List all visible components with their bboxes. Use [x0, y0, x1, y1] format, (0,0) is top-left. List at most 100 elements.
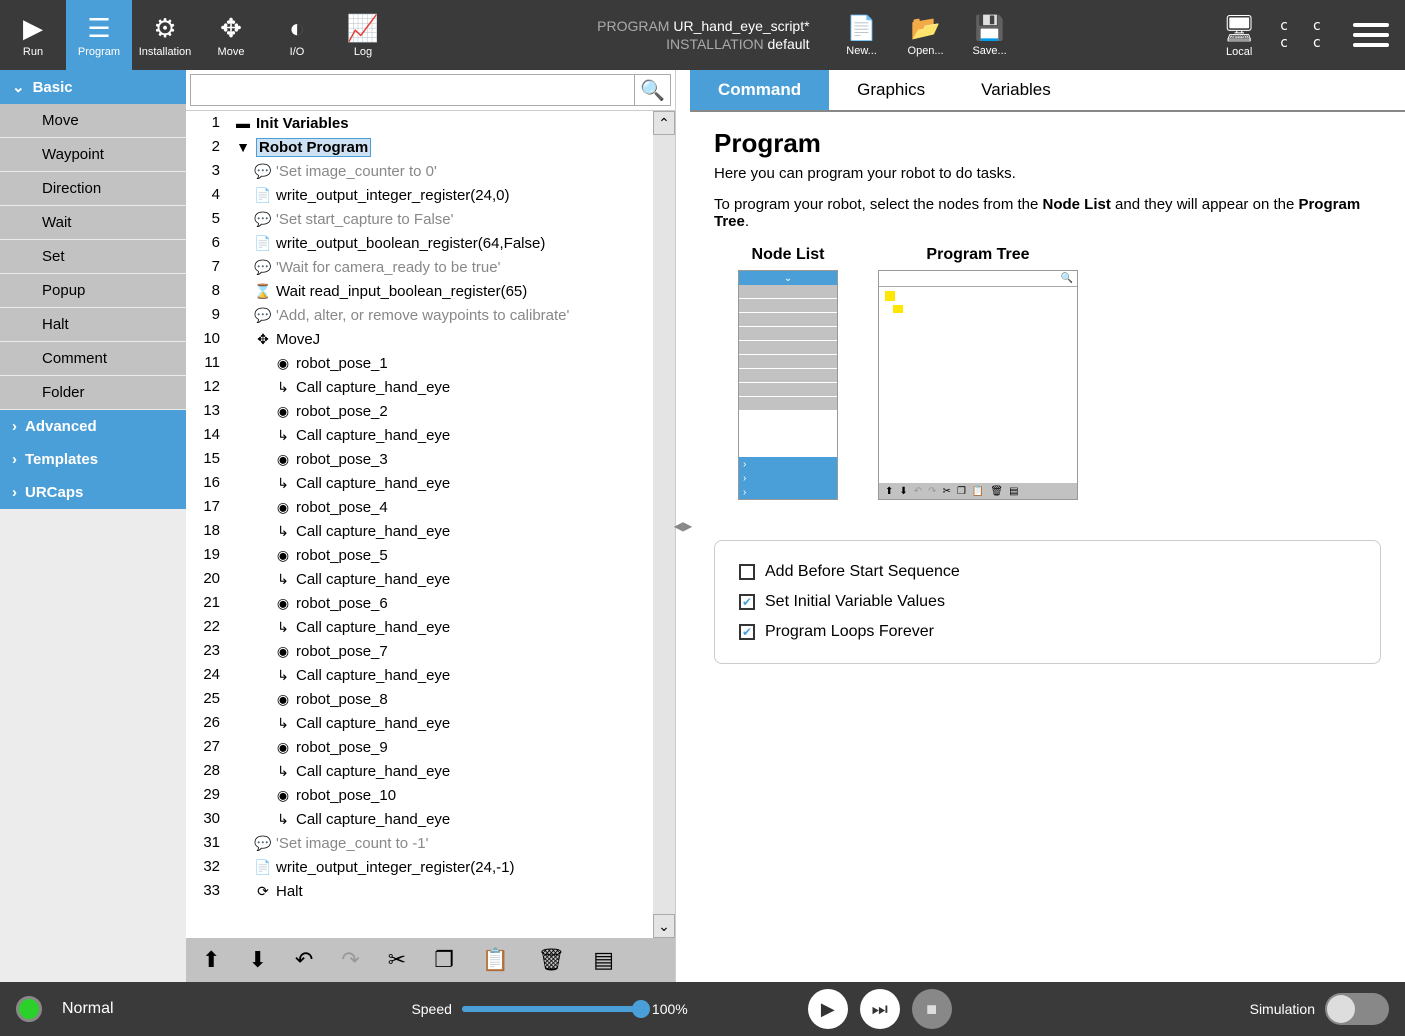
text: and they will appear on the [1111, 196, 1299, 213]
tree-row[interactable]: 💬'Wait for camera_ready to be true' [230, 255, 653, 279]
tree-row[interactable]: ◉robot_pose_6 [230, 591, 653, 615]
tree-row[interactable]: ↳Call capture_hand_eye [230, 615, 653, 639]
tab-log[interactable]: 📈Log [330, 0, 396, 70]
tree-row[interactable]: ↳Call capture_hand_eye [230, 519, 653, 543]
node-icon: ↳ [274, 427, 292, 444]
delete-button[interactable]: 🗑 [537, 947, 565, 973]
step-button[interactable]: ⏭ [860, 989, 900, 1029]
tab-program[interactable]: ☰Program [66, 0, 132, 70]
tree-row[interactable]: ↳Call capture_hand_eye [230, 375, 653, 399]
tree-row[interactable]: ✥MoveJ [230, 327, 653, 351]
tree-row[interactable]: ◉robot_pose_3 [230, 447, 653, 471]
tree-scrollbar[interactable]: ⌃ ⌄ [653, 111, 675, 938]
speed-label: Speed [411, 1001, 451, 1017]
sidebar-item-comment[interactable]: Comment [0, 342, 186, 376]
redo-button[interactable]: ↷ [341, 947, 359, 973]
section-urcaps[interactable]: ›URCaps [0, 476, 186, 509]
sidebar-item-popup[interactable]: Popup [0, 274, 186, 308]
cut-button[interactable]: ✂ [388, 947, 406, 973]
tree-row[interactable]: ◉robot_pose_8 [230, 687, 653, 711]
status-indicator[interactable] [16, 996, 42, 1022]
new-button[interactable]: 📄New... [830, 14, 894, 57]
tree-row[interactable]: 📄write_output_boolean_register(64,False) [230, 231, 653, 255]
scroll-up-button[interactable]: ⌃ [653, 111, 675, 135]
scroll-down-button[interactable]: ⌄ [653, 914, 675, 938]
node-text: 'Set start_capture to False' [276, 211, 453, 228]
undo-button[interactable]: ↶ [295, 947, 313, 973]
sidebar-item-waypoint[interactable]: Waypoint [0, 138, 186, 172]
suppress-button[interactable]: ▤ [593, 947, 614, 973]
tab-move[interactable]: ✥Move [198, 0, 264, 70]
simulation-toggle[interactable] [1325, 993, 1389, 1025]
menu-button[interactable] [1353, 23, 1389, 47]
sidebar-item-halt[interactable]: Halt [0, 308, 186, 342]
tree-row[interactable]: 💬'Set image_count to -1' [230, 831, 653, 855]
node-text: Init Variables [256, 115, 349, 132]
tab-run[interactable]: ▶Run [0, 0, 66, 70]
panel-divider[interactable]: ◀▶ [676, 70, 690, 982]
text-bold: Node List [1043, 196, 1111, 213]
search-input[interactable] [191, 75, 634, 105]
tree-row[interactable]: 💬'Set image_counter to 0' [230, 159, 653, 183]
tree-row[interactable]: ↳Call capture_hand_eye [230, 759, 653, 783]
stop-button[interactable]: ■ [912, 989, 952, 1029]
tree-row[interactable]: ◉robot_pose_2 [230, 399, 653, 423]
sidebar-item-folder[interactable]: Folder [0, 376, 186, 410]
tab-variables[interactable]: Variables [953, 70, 1079, 110]
header-tabs: ▶Run ☰Program ⚙Installation ✥Move ◐I/O 📈… [0, 0, 396, 70]
tab-graphics[interactable]: Graphics [829, 70, 953, 110]
node-text: robot_pose_7 [296, 643, 388, 660]
section-templates[interactable]: ›Templates [0, 443, 186, 476]
sidebar-item-direction[interactable]: Direction [0, 172, 186, 206]
tree-row[interactable]: ◉robot_pose_4 [230, 495, 653, 519]
move-up-button[interactable]: ⬆ [202, 947, 220, 973]
tree-row[interactable]: 💬'Add, alter, or remove waypoints to cal… [230, 303, 653, 327]
tab-command[interactable]: Command [690, 70, 829, 110]
sidebar-item-wait[interactable]: Wait [0, 206, 186, 240]
tree-row[interactable]: ↳Call capture_hand_eye [230, 471, 653, 495]
tree-row[interactable]: ⌛Wait read_input_boolean_register(65) [230, 279, 653, 303]
tree-row[interactable]: 📄write_output_integer_register(24,0) [230, 183, 653, 207]
tab-installation[interactable]: ⚙Installation [132, 0, 198, 70]
option-add-before-start[interactable]: Add Before Start Sequence [739, 557, 1356, 587]
header-right: 🖥Local c cc c [1223, 13, 1405, 58]
node-icon: ↳ [274, 715, 292, 732]
tree-row[interactable]: ▬Init Variables [230, 111, 653, 135]
tree-row[interactable]: 💬'Set start_capture to False' [230, 207, 653, 231]
tree-lines[interactable]: ▬Init Variables▼Robot Program💬'Set image… [230, 111, 653, 938]
tree-row[interactable]: 📄write_output_integer_register(24,-1) [230, 855, 653, 879]
illus-header: ⌄ [739, 271, 837, 285]
tree-row[interactable]: ◉robot_pose_5 [230, 543, 653, 567]
paste-button[interactable]: 📋 [482, 947, 509, 973]
local-button[interactable]: 🖥Local [1223, 13, 1256, 58]
play-button[interactable]: ▶ [808, 989, 848, 1029]
sidebar-item-set[interactable]: Set [0, 240, 186, 274]
speed-slider[interactable] [462, 1006, 642, 1012]
open-button[interactable]: 📂Open... [894, 14, 958, 57]
tab-io[interactable]: ◐I/O [264, 0, 330, 70]
copy-button[interactable]: ❐ [434, 947, 454, 973]
tree-row[interactable]: ◉robot_pose_9 [230, 735, 653, 759]
save-button[interactable]: 💾Save... [958, 14, 1022, 57]
tree-row[interactable]: ▼Robot Program [230, 135, 653, 159]
tree-row[interactable]: ↳Call capture_hand_eye [230, 567, 653, 591]
section-advanced[interactable]: ›Advanced [0, 410, 186, 443]
scroll-track[interactable] [653, 135, 675, 914]
tree-row[interactable]: ◉robot_pose_7 [230, 639, 653, 663]
tree-row[interactable]: ↳Call capture_hand_eye [230, 807, 653, 831]
tree-row[interactable]: ◉robot_pose_1 [230, 351, 653, 375]
tree-row[interactable]: ↳Call capture_hand_eye [230, 423, 653, 447]
sidebar-item-move[interactable]: Move [0, 104, 186, 138]
new-icon: 📄 [847, 14, 877, 43]
option-set-initial-vars[interactable]: ✔ Set Initial Variable Values [739, 587, 1356, 617]
option-loops-forever[interactable]: ✔ Program Loops Forever [739, 617, 1356, 647]
footer: Normal Speed 100% ▶ ⏭ ■ Simulation [0, 982, 1405, 1036]
node-text: robot_pose_2 [296, 403, 388, 420]
tree-row[interactable]: ↳Call capture_hand_eye [230, 663, 653, 687]
section-basic[interactable]: ⌄Basic [0, 70, 186, 104]
tree-row[interactable]: ◉robot_pose_10 [230, 783, 653, 807]
move-down-button[interactable]: ⬇ [248, 947, 266, 973]
tree-row[interactable]: ↳Call capture_hand_eye [230, 711, 653, 735]
search-button[interactable]: 🔍 [634, 75, 670, 105]
tree-row[interactable]: ⟳Halt [230, 879, 653, 903]
